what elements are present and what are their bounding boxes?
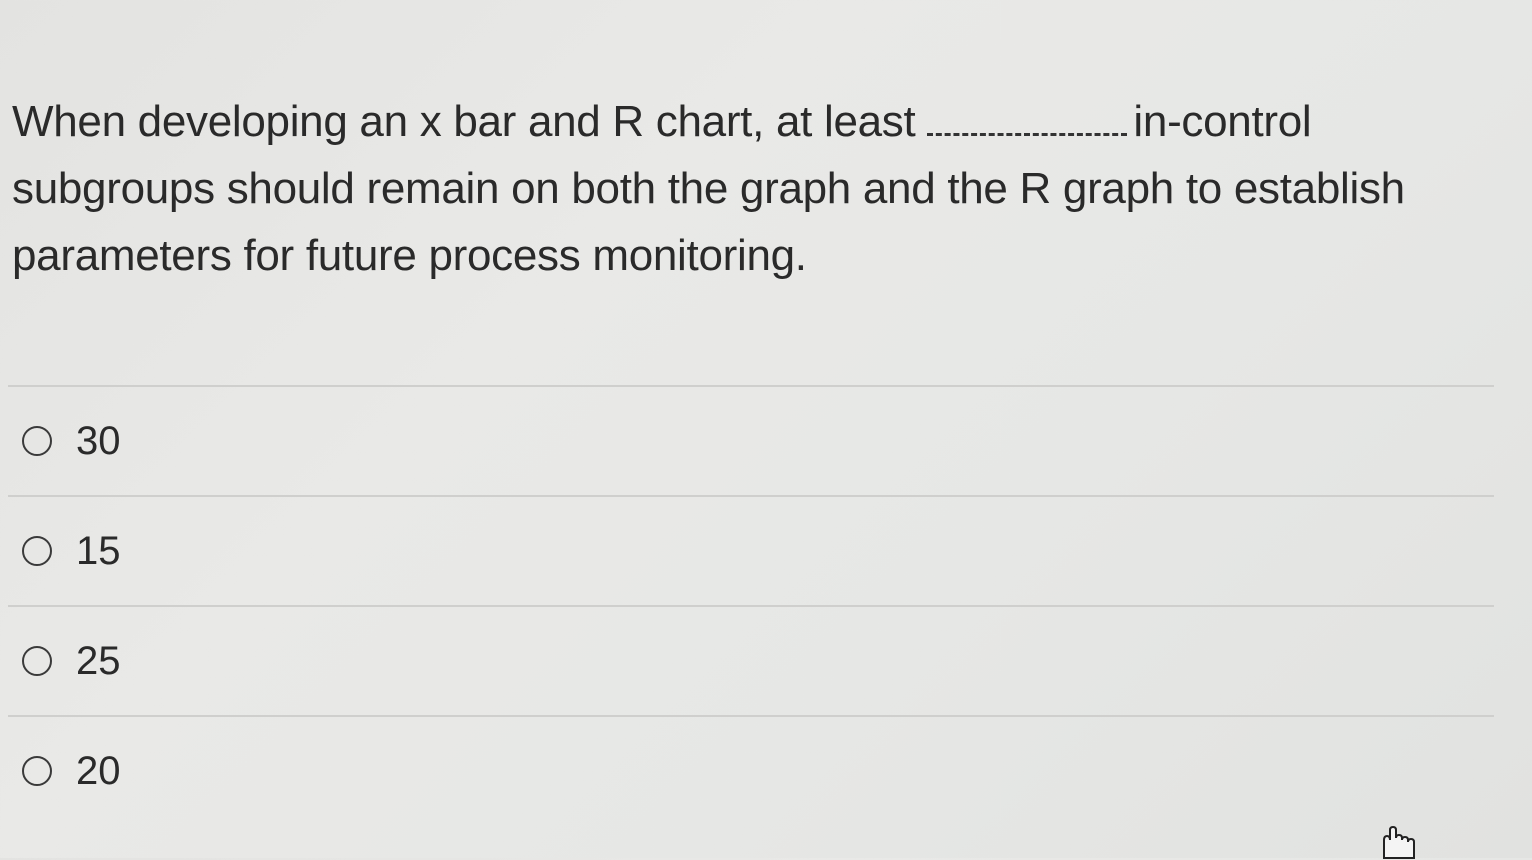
option-label: 30	[76, 418, 121, 463]
question-text-start: When developing an x bar and R chart, at…	[12, 97, 916, 146]
option-label: 25	[76, 638, 121, 683]
option-25[interactable]: 25	[0, 607, 1495, 715]
radio-button-icon[interactable]	[22, 536, 52, 566]
option-15[interactable]: 15	[0, 497, 1495, 605]
answer-options: 30 15 25 20	[0, 385, 1495, 825]
question-text: When developing an x bar and R chart, at…	[12, 88, 1472, 289]
option-30[interactable]: 30	[0, 387, 1495, 495]
option-label: 15	[76, 528, 121, 573]
option-20[interactable]: 20	[0, 717, 1495, 825]
radio-button-icon[interactable]	[22, 756, 52, 786]
radio-button-icon[interactable]	[22, 646, 52, 676]
hand-pointer-icon	[1383, 826, 1415, 859]
answer-blank	[927, 105, 1128, 136]
radio-button-icon[interactable]	[22, 426, 52, 456]
option-label: 20	[76, 748, 121, 793]
